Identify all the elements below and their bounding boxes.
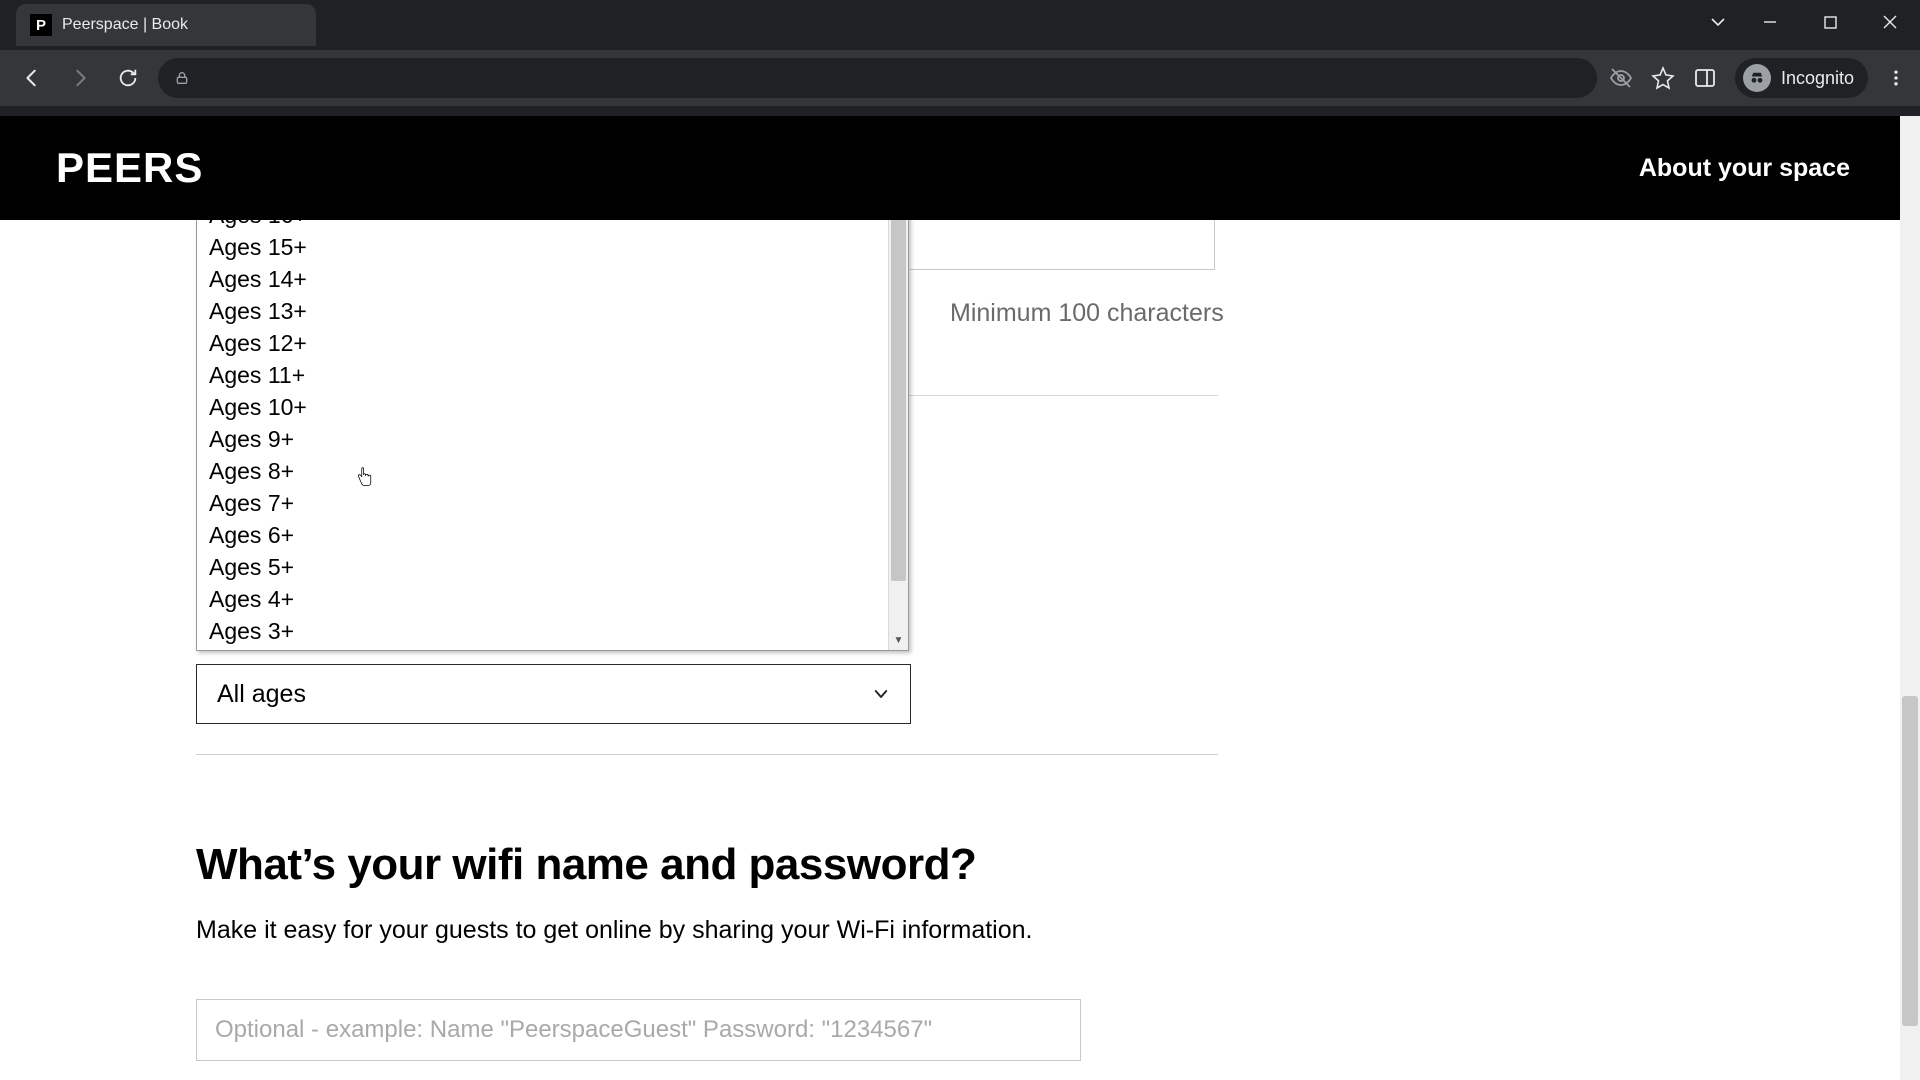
browser-chrome: P Peerspace | Book xyxy=(0,0,1920,116)
incognito-badge[interactable]: Incognito xyxy=(1735,58,1868,98)
address-bar[interactable] xyxy=(158,58,1597,98)
reload-button[interactable] xyxy=(110,60,146,96)
side-panel-icon[interactable] xyxy=(1693,66,1717,90)
page-body: Minimum 100 characters All ages All ages… xyxy=(0,220,1900,1080)
browser-toolbar: Incognito xyxy=(0,50,1920,106)
incognito-icon xyxy=(1743,64,1771,92)
site-header: PEERS About your space xyxy=(0,116,1920,220)
star-icon[interactable] xyxy=(1651,66,1675,90)
tab-title: Peerspace | Book xyxy=(62,16,188,34)
wifi-input[interactable] xyxy=(196,999,1081,1061)
wifi-subheading: Make it easy for your guests to get onli… xyxy=(196,916,1218,945)
wifi-heading: What’s your wifi name and password? xyxy=(196,840,1218,890)
textarea-partial[interactable] xyxy=(910,220,1215,270)
about-your-space-link[interactable]: About your space xyxy=(1639,154,1850,183)
age-option[interactable]: Ages 7+ xyxy=(197,487,888,519)
age-option[interactable]: Ages 14+ xyxy=(197,263,888,295)
age-option[interactable]: Ages 13+ xyxy=(197,295,888,327)
age-option[interactable]: Ages 11+ xyxy=(197,359,888,391)
scroll-thumb[interactable] xyxy=(891,220,906,581)
tab-strip: P Peerspace | Book xyxy=(0,0,1920,50)
lock-icon xyxy=(174,70,190,86)
textarea-hint: Minimum 100 characters xyxy=(950,299,1224,328)
age-option[interactable]: Ages 5+ xyxy=(197,551,888,583)
section-divider xyxy=(196,754,1218,755)
favicon: P xyxy=(30,14,52,36)
window-controls xyxy=(1696,0,1920,44)
age-option[interactable]: Ages 16+ xyxy=(197,220,888,231)
minimize-button[interactable] xyxy=(1740,0,1800,44)
scroll-down-arrow[interactable]: ▼ xyxy=(889,630,908,650)
close-button[interactable] xyxy=(1860,0,1920,44)
incognito-label: Incognito xyxy=(1781,68,1854,89)
maximize-button[interactable] xyxy=(1800,0,1860,44)
forward-button[interactable] xyxy=(62,60,98,96)
age-option[interactable]: Ages 12+ xyxy=(197,327,888,359)
age-dropdown-list[interactable]: All agesAges 21+Ages 20+Ages 19+Ages 18+… xyxy=(197,220,888,650)
age-option[interactable]: Ages 10+ xyxy=(197,391,888,423)
age-option[interactable]: Ages 15+ xyxy=(197,231,888,263)
age-option[interactable]: Ages 4+ xyxy=(197,583,888,615)
age-select[interactable]: All ages xyxy=(196,664,911,724)
eye-off-icon[interactable] xyxy=(1609,66,1633,90)
site-logo[interactable]: PEERS xyxy=(56,144,203,192)
toolbar-right: Incognito xyxy=(1609,58,1906,98)
tab-overflow-icon[interactable] xyxy=(1696,0,1740,44)
page-scroll-thumb[interactable] xyxy=(1902,696,1918,1026)
age-dropdown: All agesAges 21+Ages 20+Ages 19+Ages 18+… xyxy=(196,220,909,651)
age-select-value: All ages xyxy=(217,680,306,709)
wifi-section: What’s your wifi name and password? Make… xyxy=(196,840,1218,1061)
browser-tab[interactable]: P Peerspace | Book xyxy=(16,4,316,46)
age-option[interactable]: Ages 3+ xyxy=(197,615,888,647)
kebab-menu-icon[interactable] xyxy=(1886,68,1906,88)
age-option[interactable]: Ages 9+ xyxy=(197,423,888,455)
page-scrollbar[interactable] xyxy=(1900,116,1920,1080)
back-button[interactable] xyxy=(14,60,50,96)
dropdown-scrollbar[interactable]: ▲ ▼ xyxy=(888,220,908,650)
age-option[interactable]: Ages 6+ xyxy=(197,519,888,551)
scroll-track[interactable] xyxy=(889,220,908,630)
age-option[interactable]: Ages 8+ xyxy=(197,455,888,487)
chevron-down-icon xyxy=(872,685,890,703)
